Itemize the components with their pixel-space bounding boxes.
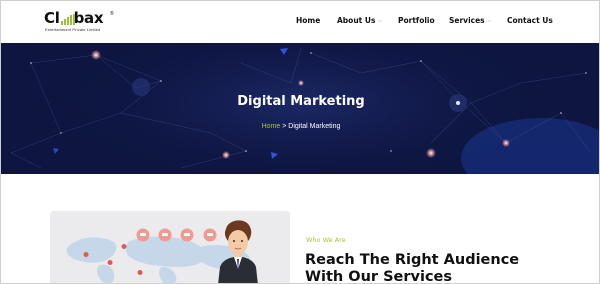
nav-item-label: Contact Us: [507, 16, 553, 25]
section-eyebrow: Who We Are: [306, 236, 346, 244]
breadcrumb-home-link[interactable]: Home: [262, 123, 281, 130]
nav-item-home[interactable]: Home: [296, 16, 320, 25]
logo-text-end: bax: [73, 9, 104, 27]
page-frame: Cl bax ® Entertainment Private Limited Ho…: [0, 0, 600, 284]
nav-item-portfolio[interactable]: Portfolio: [398, 16, 435, 25]
hero-banner: Digital Marketing Home > Digital Marketi…: [1, 43, 599, 174]
nav-item-label: Services: [449, 16, 485, 25]
chevron-down-icon: ⌵: [487, 17, 492, 24]
headline-line-2: With Our Services: [305, 269, 453, 284]
page-title: Digital Marketing: [237, 94, 365, 109]
logo-tagline: Entertainment Private Limited: [45, 27, 101, 32]
section-headline: Reach The Right Audience With Our Servic…: [305, 252, 520, 284]
headline-line-1: Reach The Right Audience: [305, 252, 520, 268]
breadcrumb: Home > Digital Marketing: [1, 123, 599, 130]
nav-item-about-us[interactable]: About Us ⌵: [337, 16, 382, 25]
nav-item-label: Portfolio: [398, 16, 435, 25]
breadcrumb-separator: >: [282, 123, 287, 130]
map-graphic: [50, 211, 290, 283]
breadcrumb-current: Digital Marketing: [288, 123, 341, 130]
registered-mark: ®: [110, 11, 114, 17]
nav-item-label: About Us: [337, 16, 376, 25]
world-map-illustration: [50, 211, 290, 283]
logo[interactable]: Cl bax ® Entertainment Private Limited: [44, 10, 114, 34]
nav-item-contact-us[interactable]: Contact Us: [507, 16, 553, 25]
site-header: Cl bax ® Entertainment Private Limited Ho…: [1, 1, 599, 43]
nav-item-services[interactable]: Services ⌵: [449, 16, 491, 25]
logo-bars-icon: [61, 14, 75, 25]
nav-item-label: Home: [296, 16, 321, 25]
chevron-down-icon: ⌵: [378, 17, 383, 24]
logo-text-start: Cl: [44, 9, 60, 27]
